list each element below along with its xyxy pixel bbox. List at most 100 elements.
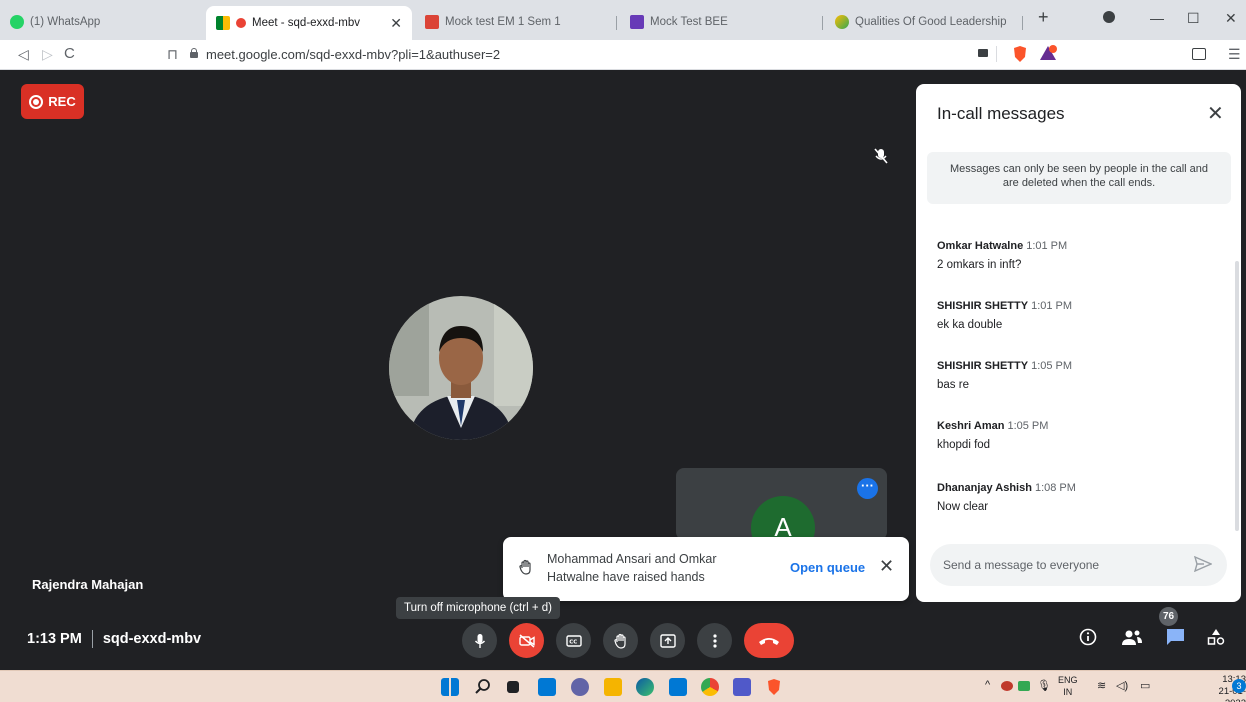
- battery-icon[interactable]: ▭: [1140, 679, 1150, 692]
- message-text: Now clear: [937, 501, 989, 513]
- teams-chat-icon[interactable]: [571, 678, 589, 696]
- activities-button[interactable]: [1207, 628, 1225, 651]
- edge-icon[interactable]: [636, 678, 654, 696]
- brave-rewards-icon[interactable]: [1039, 45, 1057, 64]
- chat-message-input[interactable]: [930, 544, 1180, 586]
- bookmark-icon[interactable]: ⊓: [167, 46, 178, 63]
- message-time: 1:01 PM: [1031, 300, 1073, 312]
- windows-taskbar: ^ 🎙 ENG IN ≋ ◁) ▭ 13:13 21-01-2022 3: [0, 670, 1246, 702]
- url-field[interactable]: meet.google.com/sqd-exxd-mbv?pli=1&authu…: [206, 47, 500, 62]
- raise-hand-button[interactable]: [603, 623, 638, 658]
- people-icon: [1122, 630, 1142, 645]
- chat-scrollbar[interactable]: [1235, 261, 1239, 531]
- close-window-button[interactable]: ✕: [1225, 10, 1237, 27]
- more-options-button[interactable]: [697, 623, 732, 658]
- tab-qualities-leadership[interactable]: Qualities Of Good Leadership: [825, 8, 1021, 36]
- brave-shields-icon[interactable]: [1012, 45, 1028, 66]
- message-time: 1:01 PM: [1026, 240, 1068, 252]
- volume-icon[interactable]: ◁): [1116, 679, 1128, 692]
- meeting-code: sqd-exxd-mbv: [102, 631, 202, 647]
- start-icon[interactable]: [441, 678, 459, 696]
- new-tab-button[interactable]: +: [1038, 7, 1049, 28]
- chat-message: Omkar Hatwalne 1:01 PM 2 omkars in inft?: [937, 236, 1207, 271]
- meeting-details-button[interactable]: [1079, 628, 1097, 651]
- raise-hand-icon: [613, 633, 626, 649]
- notification-badge[interactable]: 3: [1232, 679, 1246, 693]
- chat-icon: [1167, 629, 1184, 645]
- in-call-messages-panel: In-call messages ✕ Messages can only be …: [916, 84, 1241, 602]
- present-button[interactable]: [650, 623, 685, 658]
- message-time: 1:08 PM: [1034, 482, 1076, 494]
- whatsapp-icon: [10, 15, 24, 29]
- search-icon[interactable]: [474, 678, 492, 696]
- more-options-icon[interactable]: ···: [857, 478, 878, 499]
- menu-icon[interactable]: ☰: [1228, 46, 1241, 63]
- wifi-icon[interactable]: ≋: [1097, 679, 1106, 692]
- forms-icon: [630, 15, 644, 29]
- task-view-icon[interactable]: [507, 681, 519, 693]
- mic-tray-icon[interactable]: 🎙: [1037, 679, 1051, 692]
- open-queue-button[interactable]: Open queue: [790, 560, 865, 575]
- teams-icon[interactable]: [733, 678, 751, 696]
- reload-icon[interactable]: C: [64, 45, 75, 62]
- record-icon: [29, 94, 44, 109]
- brave-icon[interactable]: [765, 678, 783, 696]
- chat-message: SHISHIR SHETTY 1:05 PM bas re: [937, 356, 1207, 391]
- message-text: khopdi fod: [937, 439, 991, 451]
- camera-button[interactable]: [509, 623, 544, 658]
- forms-icon: [425, 15, 439, 29]
- close-tab-icon[interactable]: ✕: [390, 15, 402, 32]
- raised-hands-text: Mohammad Ansari and Omkar Hatwalne have …: [547, 552, 717, 584]
- chat-button[interactable]: [1166, 628, 1185, 651]
- chat-message: Keshri Aman 1:05 PM khopdi fod: [937, 416, 1207, 451]
- chrome-icon[interactable]: [701, 678, 719, 696]
- message-time: 1:05 PM: [1007, 420, 1049, 432]
- show-hidden-icons[interactable]: ^: [985, 679, 990, 691]
- message-sender: SHISHIR SHETTY: [937, 360, 1029, 372]
- meet-tray-icon[interactable]: [1018, 681, 1030, 691]
- microphone-icon: [474, 633, 485, 648]
- tab-meet[interactable]: Meet - sqd-exxd-mbv ✕: [206, 6, 412, 40]
- tab-label: (1) WhatsApp: [30, 16, 101, 28]
- tab-mock-test-bee[interactable]: Mock Test BEE: [620, 8, 826, 36]
- close-panel-icon[interactable]: ✕: [1207, 101, 1224, 126]
- recording-badge[interactable]: REC: [21, 84, 84, 119]
- back-icon[interactable]: ◁: [18, 46, 29, 63]
- store-icon[interactable]: [669, 678, 687, 696]
- tab-label: Mock Test BEE: [650, 16, 728, 28]
- tray-app-icon[interactable]: [1001, 681, 1013, 691]
- tab-whatsapp[interactable]: (1) WhatsApp: [0, 8, 206, 36]
- camera-in-use-icon[interactable]: [978, 49, 988, 57]
- present-icon: [659, 633, 676, 648]
- end-call-icon: [759, 637, 779, 645]
- file-explorer-icon[interactable]: [604, 678, 622, 696]
- forward-icon[interactable]: ▷: [42, 46, 53, 63]
- wallet-icon[interactable]: [1192, 48, 1206, 60]
- tab-label: Qualities Of Good Leadership: [855, 16, 1007, 28]
- mic-tooltip: Turn off microphone (ctrl + d): [396, 597, 560, 619]
- message-sender: Keshri Aman: [937, 420, 1005, 432]
- captions-icon: CC: [565, 634, 582, 647]
- rec-label: REC: [48, 94, 76, 109]
- dismiss-icon[interactable]: ✕: [879, 556, 894, 577]
- language-indicator[interactable]: ENG IN: [1058, 674, 1078, 698]
- message-text: ek ka double: [937, 319, 1003, 331]
- participant-tile[interactable]: ··· A: [676, 468, 887, 540]
- participant-initial-avatar: A: [751, 496, 815, 540]
- microphone-button[interactable]: [462, 623, 497, 658]
- camera-off-icon: [518, 633, 535, 648]
- chat-notice: Messages can only be seen by people in t…: [927, 152, 1231, 204]
- widgets-icon[interactable]: [538, 678, 556, 696]
- message-text: 2 omkars in inft?: [937, 259, 1022, 271]
- lock-icon[interactable]: [190, 48, 198, 58]
- leave-call-button[interactable]: [744, 623, 794, 658]
- google-meet-icon: [216, 16, 230, 30]
- minimize-button[interactable]: —: [1150, 10, 1164, 26]
- raised-hands-notification: Mohammad Ansari and Omkar Hatwalne have …: [503, 537, 909, 601]
- maximize-button[interactable]: ☐: [1187, 10, 1200, 27]
- tab-search-icon[interactable]: [1103, 11, 1115, 23]
- captions-button[interactable]: CC: [556, 623, 591, 658]
- tab-mock-test-em[interactable]: Mock test EM 1 Sem 1: [415, 8, 621, 36]
- people-button[interactable]: [1121, 628, 1143, 651]
- send-icon[interactable]: [1193, 555, 1213, 577]
